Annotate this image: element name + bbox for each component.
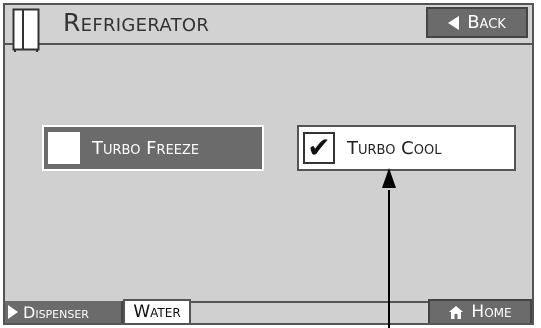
- turbo-cool-toggle[interactable]: ✔ Turbo Cool: [297, 125, 516, 171]
- turbo-freeze-checkbox[interactable]: [48, 132, 80, 164]
- dispenser-tab[interactable]: Dispenser: [5, 301, 123, 323]
- back-button[interactable]: Back: [426, 7, 528, 38]
- triangle-right-icon: [8, 305, 18, 319]
- home-button-label: Home: [471, 302, 512, 322]
- triangle-left-icon: [448, 15, 460, 30]
- dispenser-tab-label: Dispenser: [23, 302, 89, 322]
- turbo-freeze-toggle[interactable]: Turbo Freeze: [42, 125, 264, 171]
- turbo-cool-label: Turbo Cool: [347, 137, 442, 159]
- checkmark-icon: ✔: [307, 131, 331, 164]
- back-button-label: Back: [467, 12, 506, 33]
- house-icon: [449, 305, 464, 319]
- control-panel: Refrigerator Back Turbo Freeze ✔ Turbo C…: [3, 3, 534, 325]
- turbo-freeze-label: Turbo Freeze: [92, 137, 200, 159]
- page-title: Refrigerator: [63, 8, 210, 37]
- header-bar: Refrigerator Back: [5, 5, 532, 45]
- water-tab-label: Water: [133, 302, 181, 322]
- home-button[interactable]: Home: [428, 299, 532, 323]
- fridge-icon: [12, 8, 40, 52]
- water-tab[interactable]: Water: [123, 299, 191, 323]
- turbo-cool-checkbox[interactable]: ✔: [303, 132, 335, 164]
